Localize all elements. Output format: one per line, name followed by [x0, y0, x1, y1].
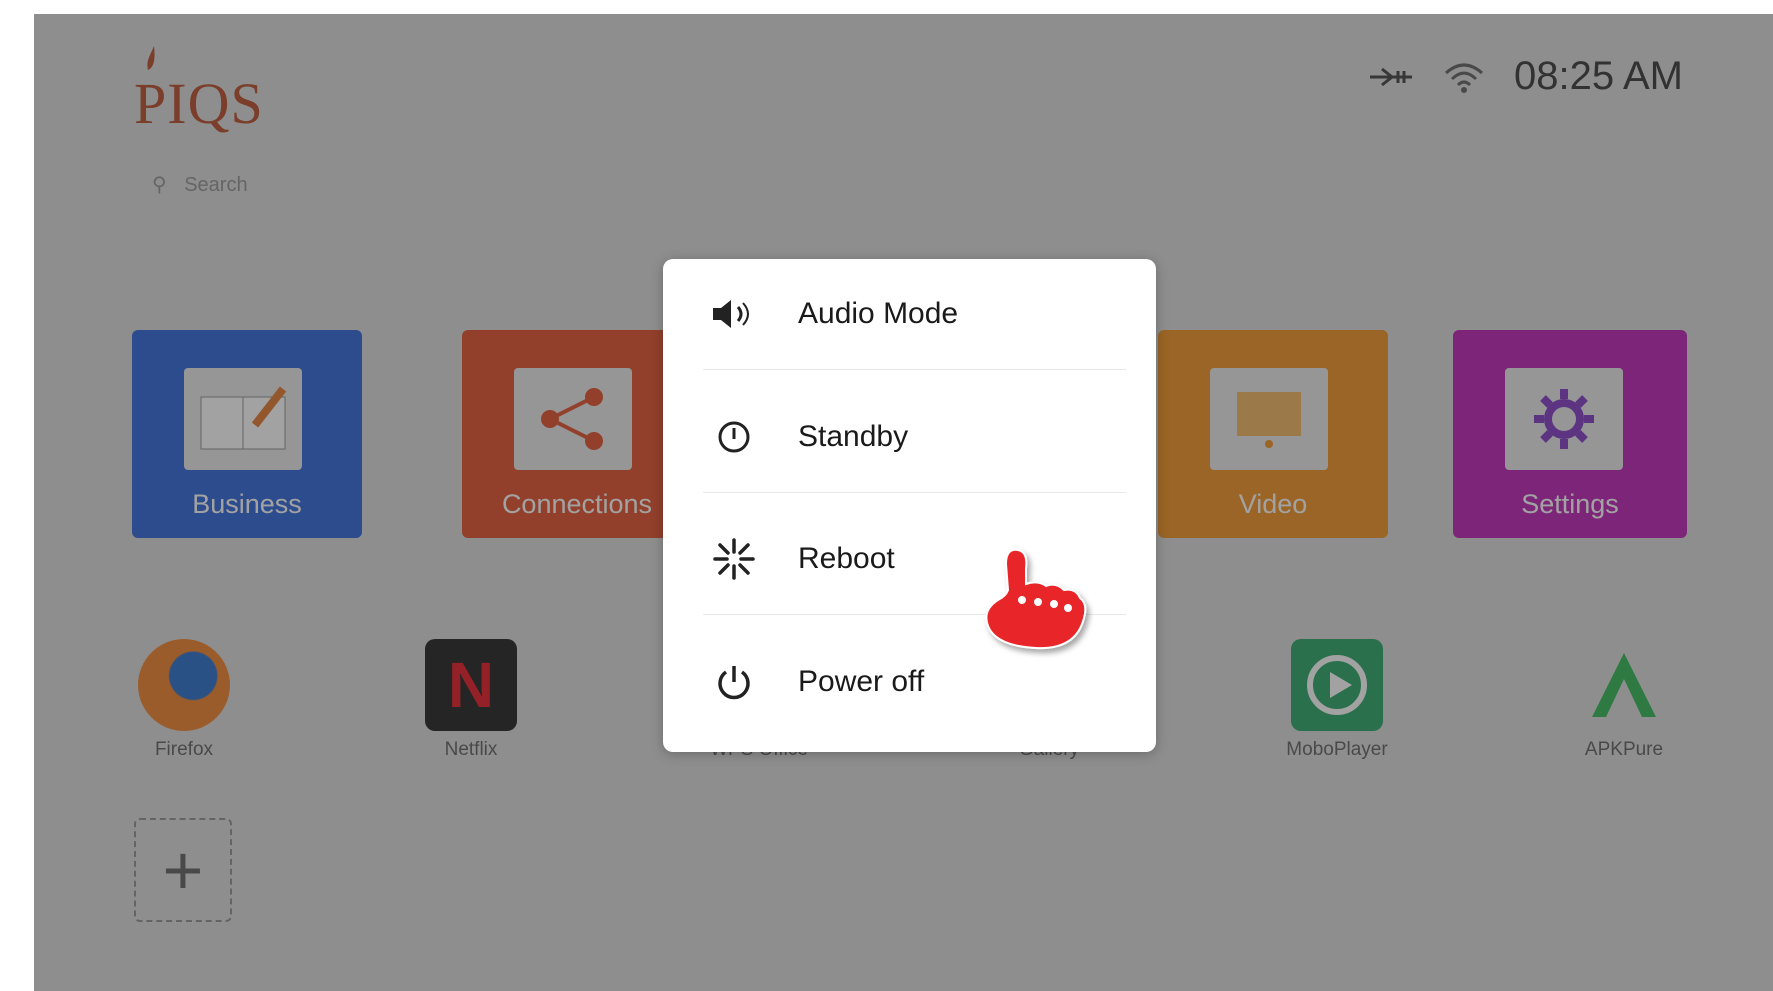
power-menu-dialog: Audio Mode Standby Reboot Power off: [663, 259, 1156, 752]
menu-item-label: Audio Mode: [798, 297, 959, 330]
reboot-icon: [711, 536, 757, 582]
standby-icon: [711, 414, 757, 460]
menu-item-standby[interactable]: Standby: [663, 382, 1156, 492]
power-icon: [711, 659, 757, 705]
menu-item-audio-mode[interactable]: Audio Mode: [663, 259, 1156, 369]
speaker-icon: [711, 291, 757, 337]
hand-pointer-icon: [985, 548, 1087, 650]
menu-item-label: Power off: [798, 665, 925, 698]
divider: [703, 492, 1126, 493]
menu-item-label: Standby: [798, 420, 909, 453]
divider: [703, 369, 1126, 370]
menu-item-label: Reboot: [798, 542, 895, 575]
